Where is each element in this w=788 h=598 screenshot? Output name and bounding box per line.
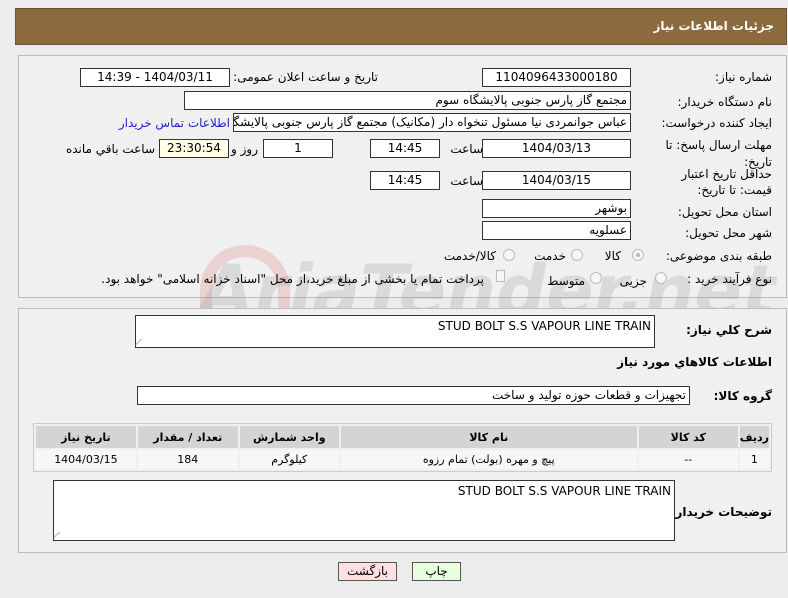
process-radio-medium[interactable] [590, 272, 602, 284]
validity-time-field: 14:45 [370, 171, 440, 190]
validity-label: حداقل تاریخ اعتبار قیمت: تا تاریخ: [681, 167, 772, 197]
col-code: کد کالا [638, 426, 738, 448]
province-label: استان محل تحویل: [677, 205, 772, 219]
print-button[interactable]: چاپ [412, 562, 461, 581]
validity-time-label: ساعت [450, 174, 483, 188]
page-title: جزئیات اطلاعات نیاز [653, 19, 774, 33]
reply-time-field: 14:45 [370, 139, 440, 158]
days-field: 1 [263, 139, 333, 158]
buyer-notes-textarea[interactable]: STUD BOLT S.S VAPOUR LINE TRAIN [53, 480, 675, 541]
col-date: تاریخ نیاز [36, 426, 136, 448]
page-header: جزئیات اطلاعات نیاز [15, 8, 787, 45]
cell-name: پیچ و مهره (بولت) تمام رزوه [340, 450, 637, 469]
city-label: شهر محل تحویل: [685, 226, 772, 240]
buyer-org-label: نام دستگاه خریدار: [677, 95, 773, 109]
category-radio-goods[interactable] [632, 249, 644, 261]
summary-textarea[interactable]: STUD BOLT S.S VAPOUR LINE TRAIN [135, 315, 655, 348]
col-name: نام کالا [340, 426, 637, 448]
remaining-label: ساعت باقي مانده [65, 142, 155, 156]
resize-grip-icon[interactable] [135, 339, 147, 345]
remaining-time-field: 23:30:54 [159, 139, 229, 158]
process-radio-minor[interactable] [655, 272, 667, 284]
process-label: نوع فرآیند خرید : [687, 272, 772, 286]
cell-code: -- [638, 450, 738, 469]
summary-text: STUD BOLT S.S VAPOUR LINE TRAIN [437, 319, 651, 333]
goods-table: ردیف کد کالا نام کالا واحد شمارش تعداد /… [33, 423, 772, 472]
buyer-notes-text: STUD BOLT S.S VAPOUR LINE TRAIN [457, 484, 671, 498]
back-button[interactable]: بازگشت [338, 562, 397, 581]
time-label: ساعت [450, 142, 483, 156]
buyer-contact-link[interactable]: اطلاعات تماس خریدار [119, 116, 230, 130]
validity-date-field: 1404/03/15 [482, 171, 631, 190]
treasury-checkbox[interactable] [496, 270, 505, 282]
summary-label: شرح کلي نیاز: [686, 323, 772, 337]
announce-field: 1404/03/11 - 14:39 [80, 68, 230, 87]
category-both-label: کالا/خدمت [443, 249, 496, 263]
process-medium-label: متوسط [547, 274, 585, 288]
creator-field: عباس جوانمردی نیا مسئول تنخواه دار (مکان… [233, 113, 631, 132]
cell-row: 1 [739, 450, 769, 469]
table-row: 1 -- پیچ و مهره (بولت) تمام رزوه کیلوگرم… [36, 450, 769, 469]
col-unit: واحد شمارش [239, 426, 339, 448]
category-radio-both[interactable] [503, 249, 515, 261]
group-field: تجهیزات و قطعات حوزه تولید و ساخت [137, 386, 690, 405]
category-radio-service[interactable] [571, 249, 583, 261]
resize-grip-icon[interactable] [53, 532, 65, 538]
creator-label: ایجاد کننده درخواست: [661, 116, 772, 130]
category-goods-label: کالا [604, 249, 621, 263]
col-row: ردیف [739, 426, 769, 448]
cell-date: 1404/03/15 [36, 450, 136, 469]
cell-unit: کیلوگرم [239, 450, 339, 469]
province-field: بوشهر [482, 199, 631, 218]
goods-info-title: اطلاعات کالاهاي مورد نیاز [617, 355, 772, 369]
group-label: گروه کالا: [713, 389, 772, 403]
category-service-label: خدمت [534, 249, 566, 263]
announce-label: تاریخ و ساعت اعلان عمومی: [233, 70, 378, 84]
category-label: طبقه بندی موضوعی: [665, 249, 772, 263]
reply-date-field: 1404/03/13 [482, 139, 631, 158]
buyer-org-field: مجتمع گاز پارس جنوبی پالایشگاه سوم [184, 91, 631, 110]
need-number-label: شماره نیاز: [715, 70, 772, 84]
city-field: عسلویه [482, 221, 631, 240]
days-label: روز و [231, 142, 258, 156]
process-minor-label: جزیی [619, 274, 647, 288]
cell-qty: 184 [137, 450, 238, 469]
buyer-notes-label: توضیحات خریدار: [670, 505, 772, 519]
col-qty: تعداد / مقدار [137, 426, 238, 448]
need-number-field: 1104096433000180 [482, 68, 631, 87]
payment-note: پرداخت تمام یا بخشی از مبلغ خرید،از محل … [101, 272, 484, 286]
